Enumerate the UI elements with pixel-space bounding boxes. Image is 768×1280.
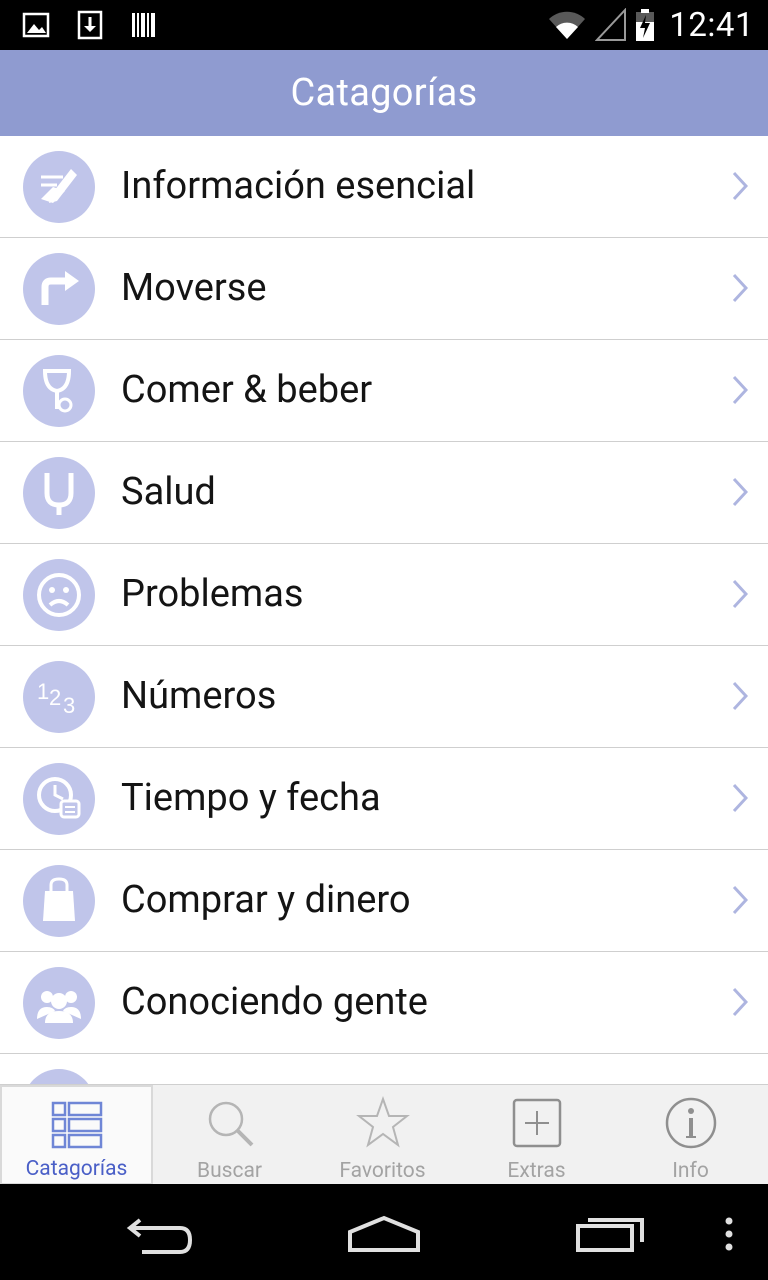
- list-item-label: Comer & beber: [121, 368, 373, 412]
- list-item-label: Conociendo gente: [121, 980, 428, 1024]
- tab-bar: Catagorías Buscar Favoritos Extras Info: [0, 1084, 768, 1185]
- title-bar: Catagorías: [0, 50, 768, 136]
- clock-icon: [23, 763, 95, 835]
- people-icon: [23, 967, 95, 1039]
- turn-arrow-icon: [23, 253, 95, 325]
- back-icon[interactable]: [124, 1216, 196, 1256]
- battery-icon: [636, 9, 655, 41]
- page-title: Catagorías: [290, 71, 478, 115]
- chevron-right-icon: [732, 273, 748, 303]
- system-nav-bar: [0, 1184, 768, 1280]
- search-icon: [208, 1101, 253, 1147]
- tab-label: Extras: [507, 1159, 566, 1183]
- list-item-label: Comprar y dinero: [121, 878, 411, 922]
- shopping-bag-icon: [23, 865, 95, 937]
- svg-text:1: 1: [37, 679, 49, 704]
- list-item-label: Salud: [121, 470, 216, 514]
- tab-favoritos[interactable]: Favoritos: [306, 1085, 459, 1185]
- chevron-right-icon: [732, 171, 748, 201]
- list-icon: [51, 1101, 102, 1149]
- list-item-comprar-dinero[interactable]: Comprar y dinero: [0, 850, 768, 952]
- clock: 12:41: [669, 5, 754, 45]
- download-notification-icon: [77, 10, 103, 40]
- overflow-menu-icon[interactable]: [722, 1216, 736, 1252]
- tab-extras[interactable]: Extras: [460, 1085, 613, 1185]
- home-icon[interactable]: [346, 1214, 422, 1254]
- sad-face-icon: [23, 559, 95, 631]
- chevron-right-icon: [732, 579, 748, 609]
- list-item-label: Información esencial: [121, 164, 476, 208]
- tab-catagorias[interactable]: Catagorías: [0, 1085, 153, 1185]
- status-bar: 12:41: [0, 0, 768, 50]
- wifi-icon: [549, 11, 586, 39]
- image-notification-icon: [22, 12, 50, 38]
- chevron-right-icon: [732, 477, 748, 507]
- list-item-label: Problemas: [121, 572, 304, 616]
- list-item-comer-beber[interactable]: Comer & beber: [0, 340, 768, 442]
- list-item-label: Moverse: [121, 266, 267, 310]
- list-item-label: Números: [121, 674, 277, 718]
- list-item-partial[interactable]: [0, 1054, 768, 1084]
- star-icon: [355, 1095, 410, 1148]
- plus-box-icon: [512, 1098, 561, 1148]
- info-icon: [665, 1097, 716, 1149]
- numbers-icon: 1 2 3: [23, 661, 95, 733]
- tab-label: Buscar: [196, 1159, 263, 1183]
- list-item-label: Tiempo y fecha: [121, 776, 381, 820]
- list-item-conociendo-gente[interactable]: Conociendo gente: [0, 952, 768, 1054]
- list-item-salud[interactable]: Salud: [0, 442, 768, 544]
- stethoscope-icon: [23, 457, 95, 529]
- svg-text:2: 2: [49, 685, 61, 710]
- category-list[interactable]: Información esencial Moverse Comer & beb…: [0, 136, 768, 1084]
- list-item-tiempo-fecha[interactable]: Tiempo y fecha: [0, 748, 768, 850]
- recent-apps-icon[interactable]: [574, 1214, 648, 1254]
- tab-info[interactable]: Info: [614, 1085, 767, 1185]
- tab-label: Info: [672, 1159, 709, 1183]
- chevron-right-icon: [732, 885, 748, 915]
- glass-icon: [23, 355, 95, 427]
- tab-label: Catagorías: [25, 1157, 128, 1181]
- list-item-numeros[interactable]: 1 2 3 Números: [0, 646, 768, 748]
- chevron-right-icon: [732, 783, 748, 813]
- tab-buscar[interactable]: Buscar: [153, 1085, 306, 1185]
- category-icon: [23, 1069, 95, 1084]
- chevron-right-icon: [732, 375, 748, 405]
- list-item-problemas[interactable]: Problemas: [0, 544, 768, 646]
- list-item-informacion-esencial[interactable]: Información esencial: [0, 136, 768, 238]
- chevron-right-icon: [732, 681, 748, 711]
- list-item-moverse[interactable]: Moverse: [0, 238, 768, 340]
- chevron-right-icon: [732, 987, 748, 1017]
- svg-text:3: 3: [63, 693, 75, 718]
- barcode-notification-icon: [132, 13, 155, 37]
- tab-label: Favoritos: [339, 1159, 426, 1183]
- pencil-note-icon: [23, 151, 95, 223]
- signal-icon: [595, 8, 627, 41]
